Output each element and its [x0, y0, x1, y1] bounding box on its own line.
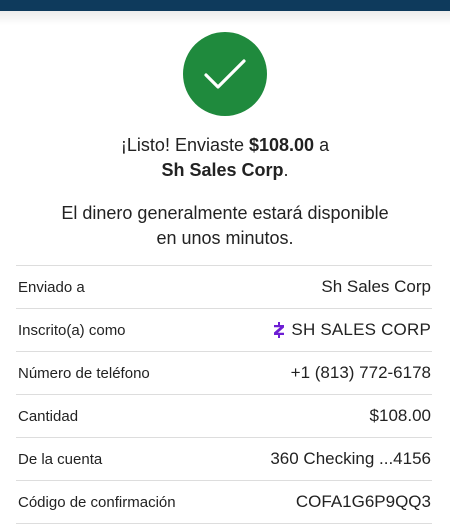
detail-row-confirmation-code: Código de confirmación COFA1G6P9QQ3: [16, 481, 432, 524]
detail-label: Número de teléfono: [18, 364, 150, 382]
detail-row-amount: Cantidad $108.00: [16, 395, 432, 438]
detail-row-sent-to: Enviado a Sh Sales Corp: [16, 266, 432, 309]
detail-label: Cantidad: [18, 407, 79, 425]
availability-line-2: en unos minutos.: [156, 228, 294, 248]
top-status-bar: [0, 0, 450, 11]
recipient-name: Sh Sales Corp: [161, 160, 284, 180]
confirmation-message: ¡Listo! Enviaste $108.00 a Sh Sales Corp…: [0, 133, 450, 183]
confirmation-prefix: ¡Listo! Enviaste: [120, 135, 249, 155]
detail-row-from-account: De la cuenta 360 Checking ...4156: [16, 438, 432, 481]
transfer-details: Enviado a Sh Sales Corp Inscrito(a) como…: [16, 265, 432, 524]
detail-value: COFA1G6P9QQ3: [295, 492, 431, 511]
confirmation-line-1: ¡Listo! Enviaste $108.00 a: [0, 133, 450, 158]
detail-value: Sh Sales Corp: [321, 277, 431, 296]
top-divider: [0, 11, 450, 25]
confirmation-line-2: Sh Sales Corp.: [0, 158, 450, 183]
detail-row-enrolled-as: Inscrito(a) como SH SALES CORP: [16, 309, 432, 352]
availability-message: El dinero generalmente estará disponible…: [0, 201, 450, 251]
success-check-icon: [183, 32, 267, 116]
enrolled-name: SH SALES CORP: [291, 320, 431, 339]
zelle-icon: [273, 322, 285, 338]
detail-label: Inscrito(a) como: [18, 321, 126, 339]
confirmation-suffix: a: [314, 135, 330, 155]
detail-value: +1 (813) 772-6178: [290, 363, 431, 382]
sent-amount: $108.00: [248, 135, 315, 155]
detail-label: Enviado a: [18, 278, 85, 296]
detail-value: $108.00: [369, 406, 431, 425]
detail-label: De la cuenta: [18, 450, 103, 468]
detail-value-enrolled: SH SALES CORP: [273, 320, 431, 340]
availability-line-1: El dinero generalmente estará disponible: [61, 203, 389, 223]
detail-row-phone: Número de teléfono +1 (813) 772-6178: [16, 352, 432, 395]
detail-label: Código de confirmación: [18, 493, 176, 511]
recipient-suffix: .: [283, 160, 289, 180]
detail-value: 360 Checking ...4156: [270, 449, 431, 468]
